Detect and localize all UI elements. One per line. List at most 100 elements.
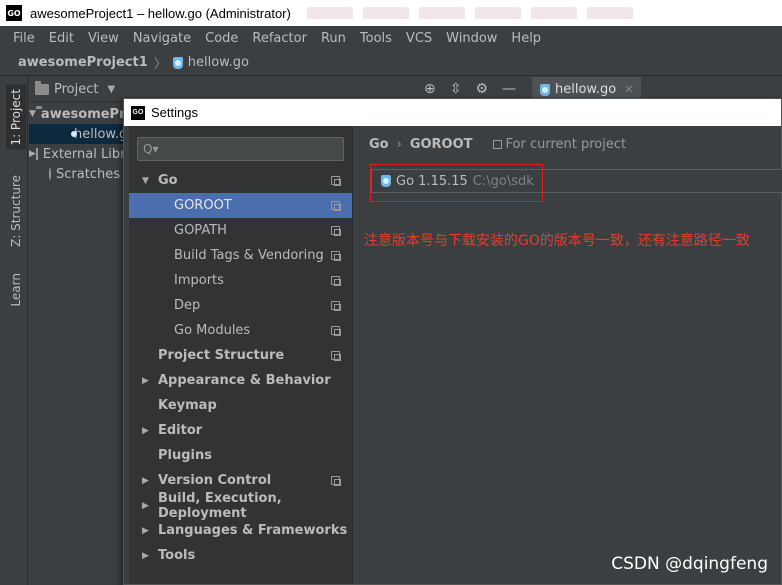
project-scope-icon <box>331 476 341 486</box>
nav-item-label: Version Control <box>158 473 272 488</box>
expand-right-icon[interactable]: ▶ <box>142 501 149 511</box>
nav-item-goroot[interactable]: GOROOT <box>129 193 352 218</box>
settings-dialog: GO Settings Q▾ ▼ Go GOROOT GOPATH Build … <box>123 98 782 585</box>
project-panel-title: Project <box>54 81 99 97</box>
window-title: awesomeProject1 – hellow.go (Administrat… <box>30 5 291 21</box>
menu-edit[interactable]: Edit <box>42 31 81 46</box>
nav-item-gopath[interactable]: GOPATH <box>129 218 352 243</box>
expand-down-icon[interactable]: ▼ <box>142 176 149 186</box>
project-scope-icon <box>331 276 341 286</box>
search-icon: Q▾ <box>143 142 159 156</box>
minimize-icon[interactable]: — <box>502 81 516 97</box>
expand-down-icon[interactable]: ▼ <box>29 109 36 119</box>
crumb-go: Go <box>369 136 389 152</box>
tree-item-external-libraries[interactable]: ▶ External Libraries <box>29 144 129 164</box>
project-scope-icon <box>331 351 341 361</box>
expand-right-icon[interactable]: ▶ <box>142 426 149 436</box>
nav-item-tools[interactable]: ▶ Tools <box>129 543 352 568</box>
nav-item-keymap[interactable]: Keymap <box>129 393 352 418</box>
breadcrumb-file[interactable]: hellow.go <box>188 55 249 70</box>
menu-refactor[interactable]: Refactor <box>245 31 314 46</box>
expand-right-icon[interactable]: ▶ <box>142 526 149 536</box>
menu-tools[interactable]: Tools <box>353 31 399 46</box>
scope-label: For current project <box>505 136 627 152</box>
tree-item-hellow-go[interactable]: hellow.go <box>29 124 129 144</box>
tool-tab-learn[interactable]: Learn <box>6 271 26 309</box>
tree-item-label: awesomeProject1 <box>40 106 129 122</box>
nav-item-build-execution-deployment[interactable]: ▶ Build, Execution, Deployment <box>129 491 352 521</box>
expand-right-icon[interactable]: ▶ <box>142 476 149 486</box>
nav-item-label: Go <box>158 173 178 188</box>
nav-item-editor[interactable]: ▶ Editor <box>129 418 352 443</box>
nav-item-plugins[interactable]: Plugins <box>129 443 352 468</box>
nav-item-label: Build Tags & Vendoring <box>174 248 324 263</box>
tool-tab-structure[interactable]: Z: Structure <box>6 173 26 249</box>
nav-item-label: Project Structure <box>158 348 285 363</box>
settings-navigation: Q▾ ▼ Go GOROOT GOPATH Build Tags & Vendo… <box>129 126 352 584</box>
settings-search-input[interactable]: Q▾ <box>137 137 344 161</box>
menu-run[interactable]: Run <box>314 31 353 46</box>
collapse-all-icon[interactable]: ⇳ <box>450 81 462 97</box>
editor-tab-label: hellow.go <box>555 82 617 97</box>
nav-item-build-tags[interactable]: Build Tags & Vendoring <box>129 243 352 268</box>
watermark: CSDN @dqingfeng <box>611 554 768 574</box>
tree-item-label: hellow.go <box>74 126 129 142</box>
nav-item-label: GOPATH <box>174 223 227 238</box>
scratches-icon <box>49 168 51 180</box>
tree-item-scratches[interactable]: Scratches and Consoles <box>29 164 129 184</box>
nav-item-label: GOROOT <box>174 198 232 213</box>
tool-tab-project[interactable]: 1: Project <box>6 85 26 150</box>
scope-hint: For current project <box>492 136 627 152</box>
expand-right-icon[interactable]: ▶ <box>142 551 149 561</box>
nav-item-languages-frameworks[interactable]: ▶ Languages & Frameworks <box>129 518 352 543</box>
library-icon <box>35 148 38 160</box>
nav-item-version-control[interactable]: ▶ Version Control <box>129 468 352 493</box>
menu-file[interactable]: File <box>6 31 42 46</box>
blurred-taskbar-area <box>306 7 633 19</box>
nav-item-imports[interactable]: Imports <box>129 268 352 293</box>
tree-item-label: External Libraries <box>42 146 129 162</box>
chevron-down-icon: ▼ <box>107 83 116 95</box>
breadcrumb-project[interactable]: awesomeProject1 <box>18 55 148 70</box>
menu-vcs[interactable]: VCS <box>399 31 439 46</box>
locate-icon[interactable]: ⊕ <box>424 81 436 97</box>
nav-item-label: Languages & Frameworks <box>158 523 348 538</box>
menu-view[interactable]: View <box>81 31 126 46</box>
goland-app-icon: GO <box>6 5 22 21</box>
expand-right-icon[interactable]: ▶ <box>142 376 149 386</box>
project-scope-icon <box>331 251 341 261</box>
crumb-goroot: GOROOT <box>409 136 473 152</box>
expand-right-icon[interactable]: ▶ <box>29 149 36 159</box>
project-scope-icon <box>331 226 341 236</box>
nav-item-go-modules[interactable]: Go Modules <box>129 318 352 343</box>
nav-item-label: Dep <box>174 298 201 313</box>
nav-item-go[interactable]: ▼ Go <box>129 168 352 193</box>
settings-dialog-title: Settings <box>151 105 198 120</box>
menu-help[interactable]: Help <box>504 31 548 46</box>
project-scope-icon <box>331 201 341 211</box>
project-scope-icon <box>492 139 502 149</box>
menu-window[interactable]: Window <box>439 31 504 46</box>
menu-navigate[interactable]: Navigate <box>126 31 198 46</box>
nav-item-label: Tools <box>158 548 196 563</box>
nav-item-label: Appearance & Behavior <box>158 373 331 388</box>
tree-item-project-root[interactable]: ▼ awesomeProject1 <box>29 104 129 124</box>
project-header-icons: ⊕ ⇳ ⚙ — <box>424 81 516 97</box>
gear-icon[interactable]: ⚙ <box>475 81 488 97</box>
nav-item-appearance-behavior[interactable]: ▶ Appearance & Behavior <box>129 368 352 393</box>
folder-icon <box>35 80 49 95</box>
window-titlebar: GO awesomeProject1 – hellow.go (Administ… <box>0 0 782 26</box>
highlight-box <box>370 164 543 202</box>
tree-item-label: Scratches and Consoles <box>56 166 129 182</box>
nav-item-dep[interactable]: Dep <box>129 293 352 318</box>
breadcrumb: awesomeProject1 〉 hellow.go <box>0 50 782 76</box>
nav-item-label: Go Modules <box>174 323 251 338</box>
left-tool-strip: 1: Project Z: Structure Learn <box>0 77 28 585</box>
nav-item-label: Keymap <box>158 398 217 413</box>
close-icon[interactable]: ✕ <box>624 83 633 96</box>
menu-code[interactable]: Code <box>198 31 245 46</box>
nav-item-project-structure[interactable]: Project Structure <box>129 343 352 368</box>
go-file-icon <box>540 83 550 96</box>
project-scope-icon <box>331 301 341 311</box>
project-view-selector[interactable]: Project ▼ <box>35 80 116 97</box>
